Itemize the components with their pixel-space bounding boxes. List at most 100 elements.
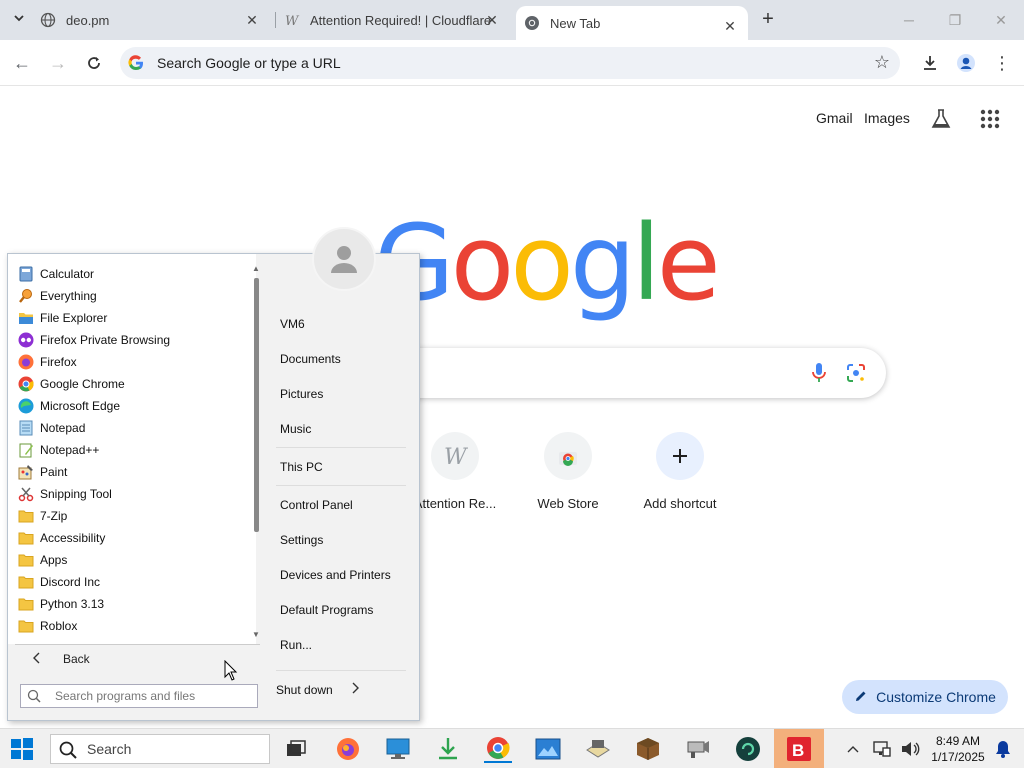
images-link[interactable]: Images	[864, 110, 910, 126]
tab-new-tab[interactable]: New Tab ✕	[516, 6, 748, 40]
globe-icon	[40, 12, 56, 28]
firefox-icon[interactable]	[334, 735, 362, 763]
start-devices-printers[interactable]: Devices and Printers	[280, 568, 391, 582]
program-file-explorer[interactable]: File Explorer	[18, 307, 107, 329]
program-roblox[interactable]: Roblox	[18, 615, 77, 637]
reload-button[interactable]	[81, 50, 107, 76]
network-icon[interactable]	[872, 729, 892, 768]
plus-icon	[656, 432, 704, 480]
shutdown-button[interactable]: Shut down	[276, 682, 359, 697]
program-firefox[interactable]: Firefox	[18, 351, 77, 373]
program-calculator[interactable]: Calculator	[18, 263, 94, 285]
minecraft-icon[interactable]	[634, 735, 662, 763]
svg-text:W: W	[444, 445, 468, 469]
search-placeholder: Search	[87, 741, 132, 757]
apps-grid-icon[interactable]	[979, 108, 1001, 130]
notification-bell-icon[interactable]	[994, 729, 1012, 768]
start-music[interactable]: Music	[280, 422, 311, 436]
photos-icon[interactable]	[534, 735, 562, 763]
forward-button[interactable]: →	[45, 50, 71, 76]
minimize-button[interactable]: ─	[894, 8, 924, 32]
close-icon[interactable]: ✕	[484, 12, 500, 28]
tray-overflow-chevron-icon[interactable]	[846, 729, 860, 768]
network-tool-icon[interactable]	[684, 735, 712, 763]
shortcut-web-store[interactable]: Web Store	[513, 432, 623, 511]
start-control-panel[interactable]: Control Panel	[280, 498, 353, 512]
shortcut-add[interactable]: Add shortcut	[625, 432, 735, 511]
pencil-icon	[854, 689, 868, 706]
app-circle-icon[interactable]	[734, 735, 762, 763]
scroll-up-arrow-icon[interactable]: ▲	[252, 264, 260, 273]
close-icon[interactable]: ✕	[244, 12, 260, 28]
search-icon	[18, 288, 34, 304]
start-run[interactable]: Run...	[280, 638, 312, 652]
address-bar[interactable]: Search Google or type a URL ☆	[120, 47, 900, 79]
folder-icon	[18, 508, 34, 524]
snipping-icon	[18, 486, 34, 502]
start-default-programs[interactable]: Default Programs	[280, 603, 373, 617]
arrow-right-icon: →	[49, 53, 67, 73]
shortcut-label: Web Store	[537, 496, 599, 511]
system-clock[interactable]: 8:49 AM 1/17/2025	[926, 733, 990, 765]
start-this-pc[interactable]: This PC	[280, 460, 323, 474]
search-placeholder: Search programs and files	[55, 689, 196, 703]
start-pictures[interactable]: Pictures	[280, 387, 323, 401]
program-7zip[interactable]: 7-Zip	[18, 505, 67, 527]
start-user-folder[interactable]: VM6	[280, 317, 305, 331]
close-window-button[interactable]: ✕	[986, 8, 1016, 32]
tab-title: Attention Required! | Cloudflare	[310, 12, 492, 28]
task-view-icon[interactable]	[282, 735, 310, 763]
program-snipping-tool[interactable]: Snipping Tool	[18, 483, 112, 505]
customize-chrome-button[interactable]: Customize Chrome	[842, 680, 1008, 714]
google-search-box[interactable]	[390, 348, 886, 398]
bookmark-star-icon[interactable]: ☆	[874, 52, 890, 73]
download-icon[interactable]	[434, 735, 462, 763]
tab-deo[interactable]: deo.pm ✕	[40, 0, 270, 40]
scrollbar-thumb[interactable]	[254, 278, 259, 532]
tab-cloudflare[interactable]: W Attention Required! | Cloudflare ✕	[284, 0, 510, 40]
user-avatar[interactable]	[312, 227, 376, 291]
program-apps[interactable]: Apps	[18, 549, 67, 571]
program-notepad[interactable]: Notepad	[18, 417, 85, 439]
program-paint[interactable]: Paint	[18, 461, 67, 483]
downloads-button[interactable]	[917, 50, 943, 76]
start-documents[interactable]: Documents	[280, 352, 341, 366]
chevron-right-icon[interactable]	[351, 682, 359, 697]
start-settings[interactable]: Settings	[280, 533, 323, 547]
remote-desktop-icon[interactable]	[384, 735, 412, 763]
gmail-link[interactable]: Gmail	[816, 110, 853, 126]
clock-time: 8:49 AM	[935, 734, 981, 748]
program-accessibility[interactable]: Accessibility	[18, 527, 105, 549]
divider	[276, 447, 406, 448]
bitdefender-icon[interactable]: B	[774, 729, 824, 768]
google-lens-icon[interactable]	[846, 363, 866, 386]
restore-button[interactable]: ❐	[940, 8, 970, 32]
chevron-down-icon	[13, 12, 25, 27]
taskbar: Search B 8:49 AM 1/17/2025	[0, 728, 1024, 768]
program-chrome[interactable]: Google Chrome	[18, 373, 125, 395]
program-everything[interactable]: Everything	[18, 285, 97, 307]
scroll-down-arrow-icon[interactable]: ▼	[252, 630, 260, 639]
new-tab-button[interactable]: +	[756, 8, 780, 32]
labs-flask-icon[interactable]	[930, 108, 952, 130]
taskbar-search-input[interactable]: Search	[50, 734, 270, 764]
program-python[interactable]: Python 3.13	[18, 593, 104, 615]
windows-start-icon[interactable]	[10, 737, 34, 761]
volume-icon[interactable]	[900, 729, 920, 768]
menu-button[interactable]: ⋮	[989, 50, 1015, 76]
archive-app-icon[interactable]	[584, 735, 612, 763]
tab-title: New Tab	[550, 15, 601, 31]
start-search-input[interactable]: Search programs and files	[20, 684, 258, 708]
program-notepadpp[interactable]: Notepad++	[18, 439, 99, 461]
program-discord[interactable]: Discord Inc	[18, 571, 100, 593]
wordpress-icon: W	[284, 12, 300, 28]
close-icon[interactable]: ✕	[722, 18, 738, 34]
microphone-icon[interactable]	[810, 362, 828, 387]
profile-button[interactable]	[953, 50, 979, 76]
paint-icon	[18, 464, 34, 480]
tab-search-dropdown[interactable]	[6, 6, 32, 32]
chrome-icon[interactable]	[484, 735, 512, 763]
program-edge[interactable]: Microsoft Edge	[18, 395, 120, 417]
program-firefox-private[interactable]: Firefox Private Browsing	[18, 329, 170, 351]
back-button[interactable]: ←	[9, 50, 35, 76]
